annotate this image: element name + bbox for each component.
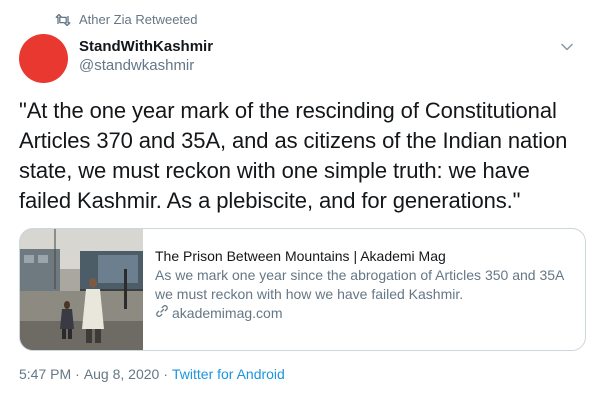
retweet-icon <box>55 13 71 26</box>
card-domain-row[interactable]: akademimag.com <box>155 304 580 323</box>
avatar[interactable] <box>19 34 68 83</box>
card-domain[interactable]: akademimag.com <box>172 304 283 323</box>
retweet-label: Ather Zia Retweeted <box>79 12 198 27</box>
card-body[interactable]: The Prison Between Mountains | Akademi M… <box>143 229 580 350</box>
retweet-context[interactable]: Ather Zia Retweeted <box>55 12 198 27</box>
link-card[interactable]: The Prison Between Mountains | Akademi M… <box>19 228 586 351</box>
card-title[interactable]: The Prison Between Mountains | Akademi M… <box>155 247 580 266</box>
link-icon <box>155 304 169 323</box>
card-description: As we mark one year since the abrogation… <box>155 267 564 302</box>
tweet-time[interactable]: 5:47 PM <box>19 366 71 382</box>
card-thumbnail[interactable] <box>20 229 143 350</box>
meta-separator: · <box>75 366 80 382</box>
tweet-text: "At the one year mark of the rescinding … <box>19 98 568 213</box>
meta-separator: · <box>163 366 168 382</box>
tweet-source[interactable]: Twitter for Android <box>172 366 285 382</box>
tweet: Ather Zia Retweeted StandWithKashmir @st… <box>0 0 590 401</box>
tweet-date[interactable]: Aug 8, 2020 <box>84 366 160 382</box>
handle[interactable]: @standwkashmir <box>79 56 213 76</box>
author-info[interactable]: StandWithKashmir @standwkashmir <box>79 38 213 76</box>
tweet-meta: 5:47 PM · Aug 8, 2020 · Twitter for Andr… <box>19 366 285 382</box>
chevron-down-icon[interactable] <box>558 38 576 56</box>
display-name[interactable]: StandWithKashmir <box>79 38 213 56</box>
